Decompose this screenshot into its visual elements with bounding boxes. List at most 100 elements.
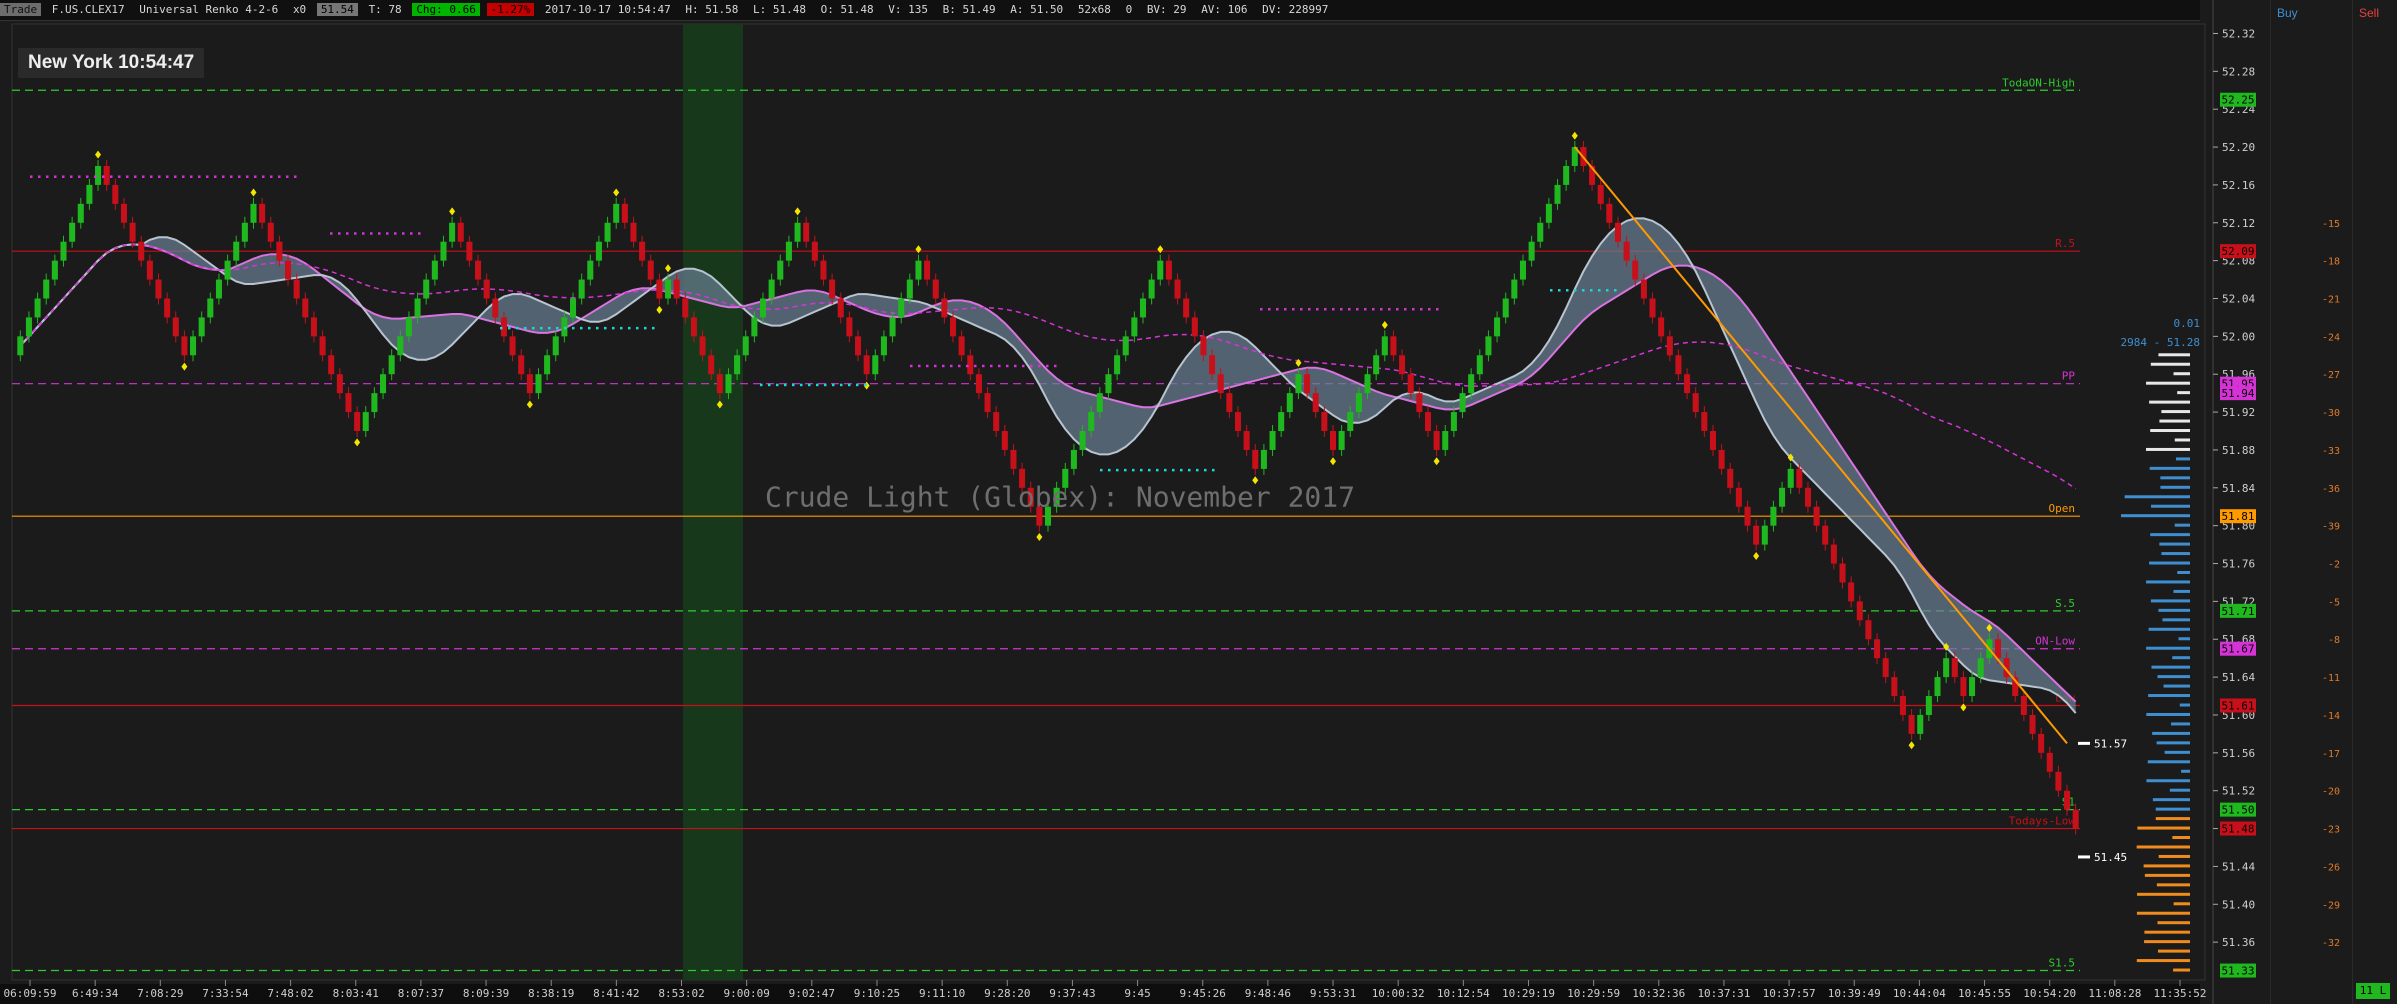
dom-level-text: -17 [2322, 749, 2340, 760]
dom-level-text: -26 [2322, 862, 2340, 873]
renko-brick [1701, 412, 1708, 432]
guide-dot [1412, 307, 1415, 311]
renko-brick [880, 336, 887, 356]
renko-brick [1675, 355, 1682, 375]
price-tag-label: 51.67 [2221, 643, 2254, 656]
guide-dot [1332, 307, 1335, 311]
x-tick-label: 10:12:54 [1437, 987, 1490, 1000]
renko-brick [889, 317, 896, 337]
guide-dot [1396, 307, 1399, 311]
renko-brick [734, 355, 741, 375]
volume-profile-bar [2179, 703, 2190, 707]
header-item: 2017-10-17 10:54:47 [544, 3, 671, 16]
renko-brick [224, 260, 231, 280]
volume-profile-bar [2136, 911, 2190, 915]
volume-profile-bar [2150, 533, 2190, 537]
volume-profile-bar [2174, 438, 2190, 442]
renko-brick [1684, 374, 1691, 394]
guide-dot [190, 175, 193, 178]
dom-level-text: -20 [2322, 787, 2340, 798]
volume-profile-bar [2172, 656, 2190, 660]
renko-brick [932, 279, 939, 299]
header-item[interactable]: Trade [0, 3, 42, 16]
renko-brick [569, 298, 577, 318]
guide-dot [1164, 468, 1167, 472]
dom-level-text: -14 [2322, 711, 2340, 722]
x-tick-label: 8:07:37 [398, 987, 444, 1000]
guide-dot [564, 326, 567, 330]
guide-dot [110, 175, 113, 178]
guide-dot [1006, 364, 1009, 368]
renko-brick [1943, 658, 1950, 678]
renko-brick [1304, 374, 1311, 394]
guide-dot [1340, 307, 1343, 311]
renko-brick [2029, 714, 2036, 734]
volume-profile-bar [2137, 892, 2190, 896]
renko-brick [993, 412, 1000, 432]
volume-profile-bar [2173, 589, 2190, 593]
price-tag-label: 51.81 [2221, 510, 2254, 523]
guide-dot [1116, 468, 1119, 472]
renko-brick [1217, 374, 1224, 394]
renko-brick [1131, 317, 1138, 337]
renko-brick [1761, 525, 1768, 545]
renko-brick [250, 203, 257, 223]
renko-brick [535, 374, 542, 394]
guide-dot [1124, 468, 1127, 472]
volume-profile-bar [2177, 391, 2190, 395]
renko-brick [1433, 431, 1440, 450]
guide-dot [1132, 468, 1135, 472]
renko-brick [751, 317, 758, 337]
dom-sell-column[interactable]: Sell [2352, 0, 2379, 1004]
guide-dot [532, 326, 535, 330]
dom-sell-bottom[interactable]: 11 L [2356, 983, 2390, 999]
x-tick-label: 9:53:31 [1310, 987, 1356, 1000]
guide-dot [910, 364, 913, 368]
renko-brick [1692, 393, 1699, 413]
guide-dot [1388, 307, 1391, 311]
renko-brick [777, 260, 784, 280]
header-item[interactable]: F.US.CLEX17 [48, 3, 129, 16]
header-item: 51.54 [316, 3, 358, 16]
renko-brick [846, 317, 853, 337]
renko-brick [1338, 431, 1345, 450]
volume-profile-bar [2157, 921, 2190, 925]
renko-brick [302, 298, 309, 318]
renko-brick [181, 336, 188, 356]
x-tick-label: 06:09:59 [4, 987, 57, 1000]
guide-dot [848, 383, 851, 387]
volume-profile-bar [2158, 949, 2190, 953]
volume-profile-bar [2172, 836, 2190, 840]
volume-profile-bar [2150, 599, 2190, 603]
guide-dot [1404, 307, 1407, 311]
dom-level-text: -11 [2322, 673, 2340, 684]
guide-dot [1284, 307, 1287, 311]
volume-profile-bar [2146, 580, 2190, 584]
renko-brick [1494, 317, 1501, 337]
x-tick-label: 10:37:31 [1697, 987, 1750, 1000]
dom-buy-label[interactable]: Buy [2277, 6, 2298, 20]
renko-brick [1416, 393, 1423, 413]
volume-profile-bar [2156, 883, 2190, 887]
dom-level-text: -5 [2328, 597, 2340, 608]
renko-brick [1951, 658, 1958, 678]
y-tick-label: 51.64 [2222, 671, 2255, 684]
renko-brick [578, 279, 585, 299]
renko-brick [328, 355, 335, 375]
header-item: Chg: 0.66 [412, 3, 480, 16]
volume-profile-bar [2124, 495, 2190, 499]
dom-sell-label[interactable]: Sell [2359, 6, 2379, 20]
renko-brick [1753, 525, 1760, 545]
header-item: 0 [1125, 3, 1133, 16]
volume-profile-bar [2146, 381, 2190, 385]
y-tick-label: 51.92 [2222, 406, 2255, 419]
dom-level-text: -23 [2322, 825, 2340, 836]
guide-dot [62, 175, 65, 178]
dom-buy-column[interactable]: Buy [2270, 0, 2298, 1004]
renko-brick [1312, 393, 1319, 413]
guide-dot [784, 383, 787, 387]
y-tick-label: 51.56 [2222, 747, 2255, 760]
guide-dot [508, 326, 511, 330]
renko-brick [1278, 412, 1285, 432]
guide-dot [808, 383, 811, 387]
